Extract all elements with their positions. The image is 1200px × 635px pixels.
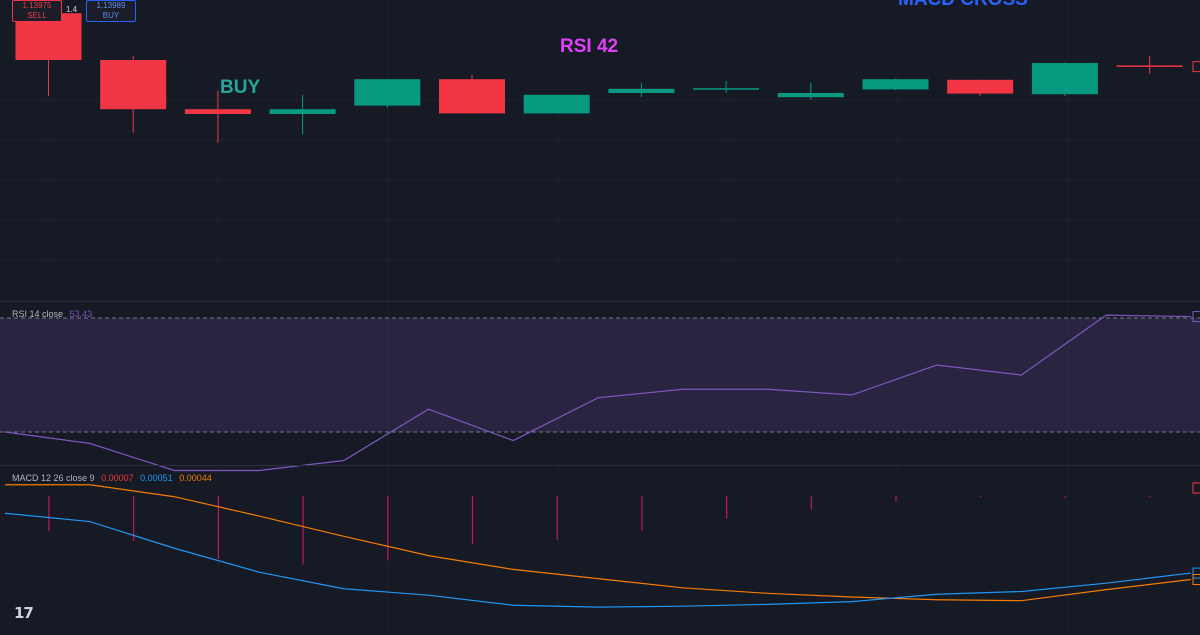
rsi-legend-value: 53.43 xyxy=(69,309,93,319)
pane-separator-rsi[interactable] xyxy=(0,301,1200,302)
candle-body xyxy=(777,93,844,98)
rsi-legend[interactable]: RSI 14 close 53.43 xyxy=(12,309,92,319)
pane-separator-macd[interactable] xyxy=(0,465,1200,466)
candle-body xyxy=(1116,65,1183,67)
sell-label: SELL xyxy=(27,11,47,20)
signal-scale-marker xyxy=(1192,574,1200,586)
candle-body xyxy=(439,79,505,114)
rsi-legend-name: RSI 14 close xyxy=(12,309,64,319)
spread-value: 1.4 xyxy=(66,5,78,14)
buy-button[interactable]: 1.13989 BUY xyxy=(86,0,136,22)
candle-body xyxy=(1031,63,1098,95)
tradingview-logo[interactable]: 17 xyxy=(14,604,34,622)
macd-signal-line xyxy=(5,484,1191,602)
candle-body xyxy=(354,79,421,106)
macd-line xyxy=(4,512,1191,608)
macd-legend-signal: 0.00044 xyxy=(179,473,212,483)
sell-price: 1.13975 xyxy=(22,1,52,10)
candle-body xyxy=(693,88,760,90)
candle-body xyxy=(269,109,336,114)
candle-body xyxy=(184,109,251,114)
price-scale-marker xyxy=(1192,61,1200,73)
sell-button[interactable]: 1.13975 SELL xyxy=(12,0,62,22)
macd-legend[interactable]: MACD 12 26 close 9 0.00007 0.00051 0.000… xyxy=(12,473,212,483)
candle-body xyxy=(947,79,1014,94)
buy-annotation: BUY xyxy=(220,77,261,98)
rsi-annotation: RSI 42 xyxy=(560,36,619,57)
macd-legend-name: MACD 12 26 close 9 xyxy=(12,473,95,483)
candle-body xyxy=(523,94,590,114)
trading-chart[interactable]: 1.13975 SELL 1.4 1.13989 BUY BUY RSI 42 … xyxy=(0,0,1200,630)
macd-legend-macd: 0.00051 xyxy=(140,473,173,483)
candle-body xyxy=(862,79,929,90)
macd-scale-marker xyxy=(1192,567,1200,579)
buy-price: 1.13989 xyxy=(96,1,126,10)
chart-canvas[interactable] xyxy=(0,0,1200,630)
buy-label: BUY xyxy=(102,11,120,20)
histogram-scale-marker xyxy=(1192,482,1200,494)
macd-legend-hist: 0.00007 xyxy=(101,473,134,483)
candle-body xyxy=(608,88,675,93)
candle-body xyxy=(100,60,167,110)
macd-cross-annotation: MACD CROSS xyxy=(898,0,1028,11)
